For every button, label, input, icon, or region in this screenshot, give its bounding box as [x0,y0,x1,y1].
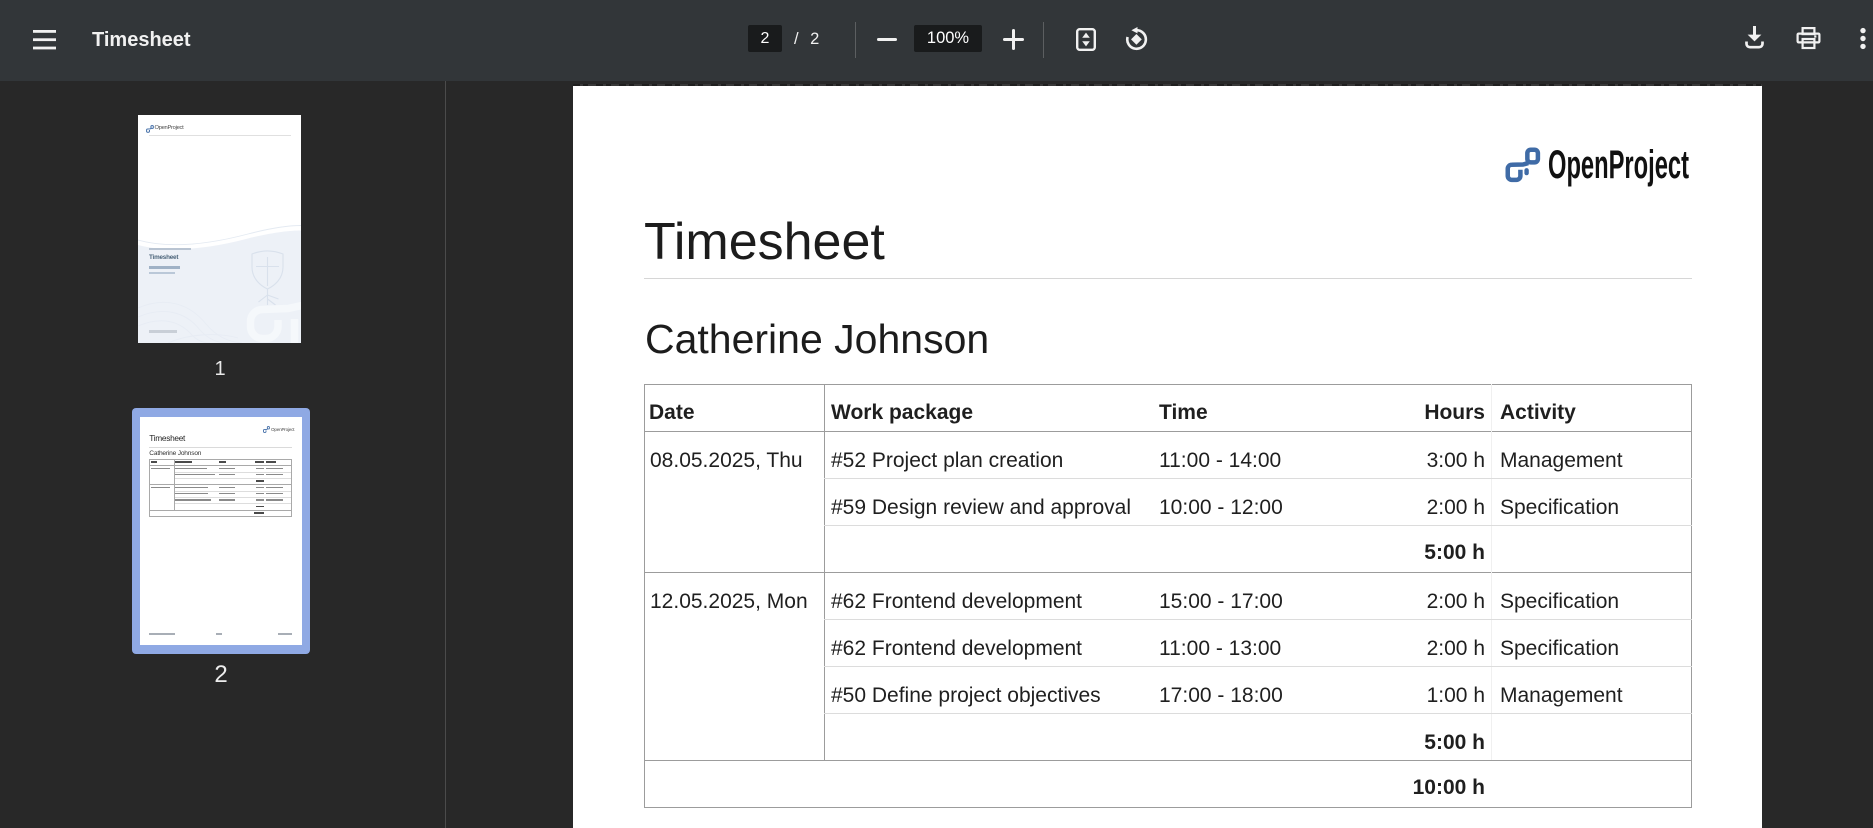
svg-text:OpenProject: OpenProject [1548,143,1689,187]
